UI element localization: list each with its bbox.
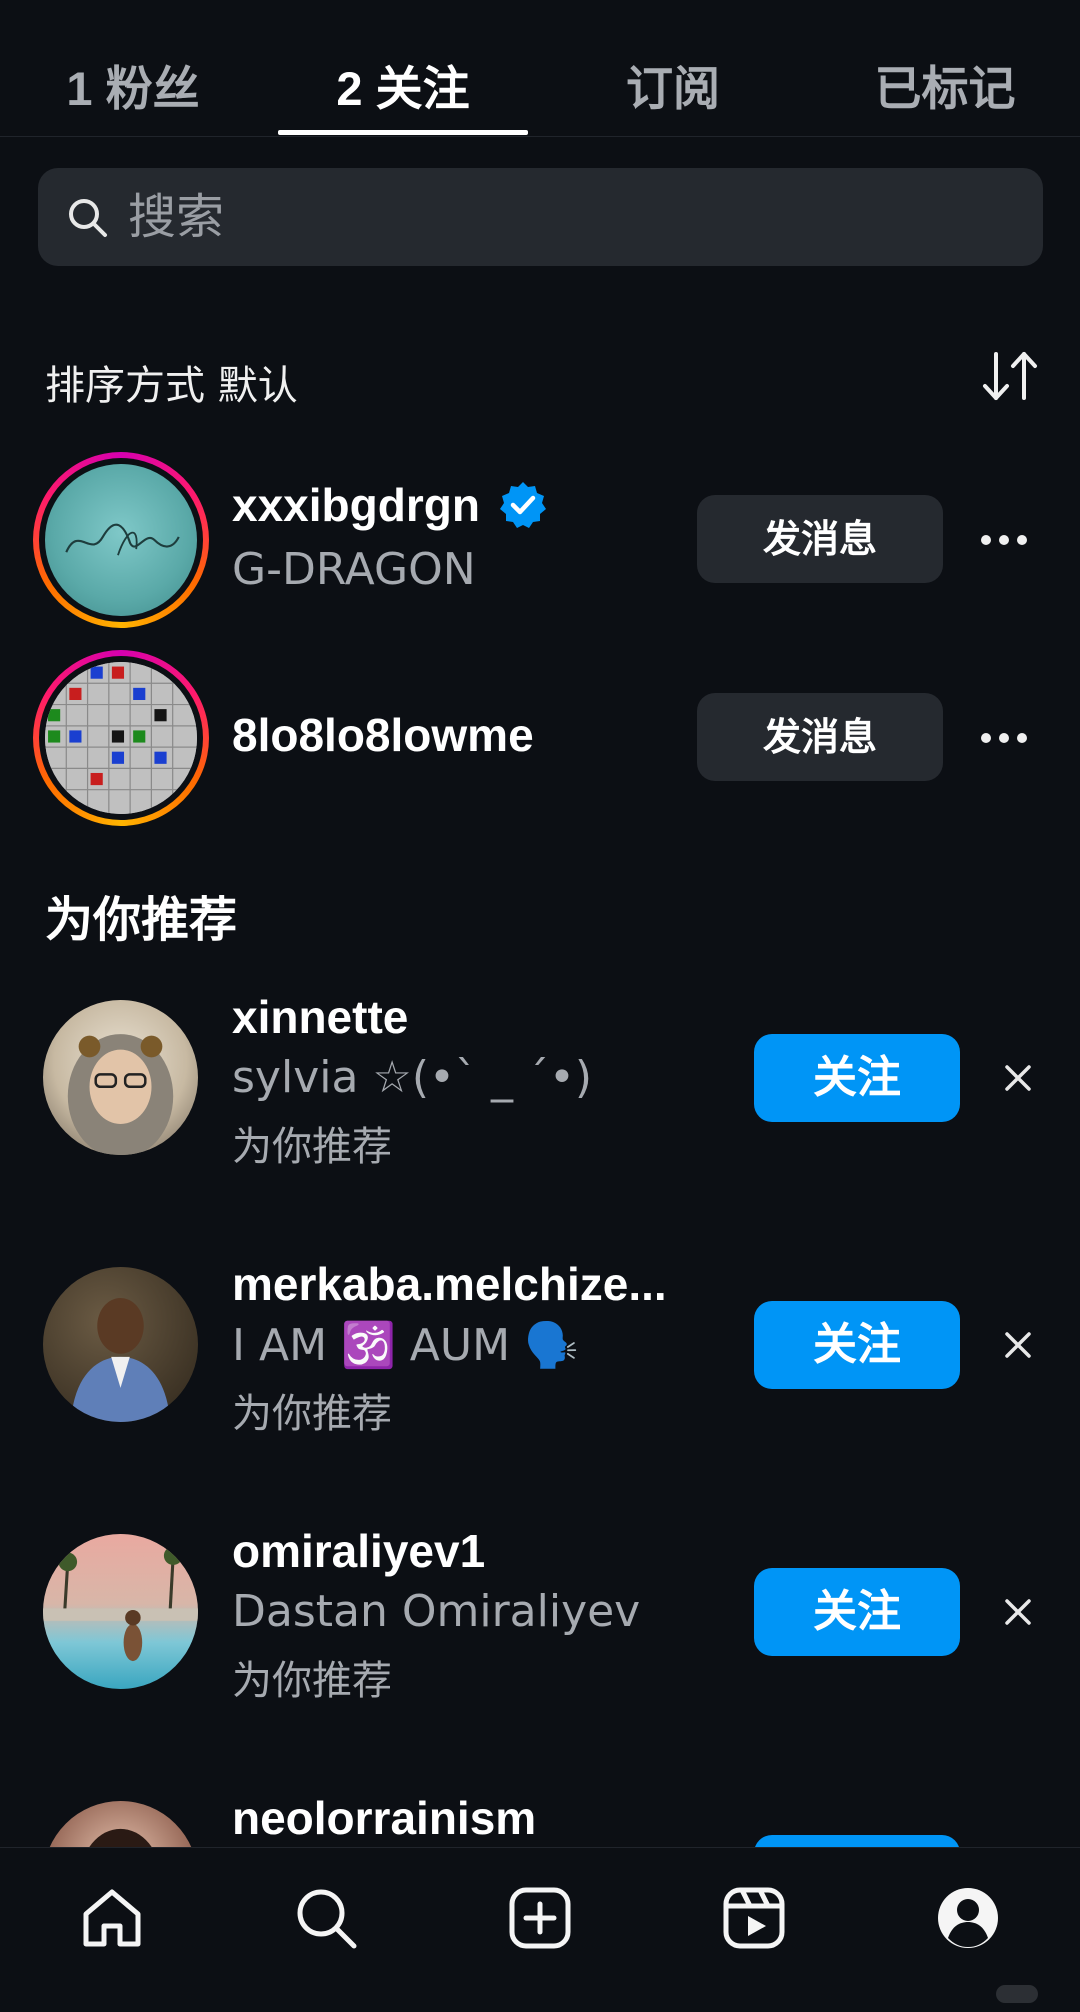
profile-photo-image [70,1298,171,1422]
more-options-icon[interactable] [980,534,1028,546]
message-button[interactable]: 发消息 [697,495,943,583]
signature-logo-image [65,523,180,556]
full-name: I AM 🕉️ AUM 🗣️ [232,1320,579,1371]
avatar[interactable] [33,452,209,628]
bottom-navigation [0,1847,1080,2012]
avatar[interactable] [43,1534,198,1689]
username[interactable]: xxxibgdrgn [232,478,480,532]
tab-tagged[interactable]: 已标记 [850,50,1040,115]
suggestion-reason: 为你推荐 [232,1658,392,1704]
tab-followers[interactable]: 1 粉丝 [58,50,208,115]
username[interactable]: neolorrainism [232,1791,536,1845]
search-input[interactable] [128,168,1008,266]
full-name: G-DRAGON [232,544,476,595]
watermark-badge [996,1985,1038,2003]
more-options-icon[interactable] [980,732,1028,744]
sort-order-icon[interactable] [980,348,1040,404]
suggestion-reason: 为你推荐 [232,1124,392,1170]
home-icon[interactable] [78,1884,146,1952]
following-row[interactable]: xxxibgdrgn G-DRAGON 发消息 [0,450,1080,630]
dismiss-icon[interactable] [1003,1063,1033,1093]
active-tab-indicator [278,130,528,135]
follow-button[interactable]: 关注 [754,1568,960,1656]
sort-label[interactable]: 排序方式 默认 [45,353,298,411]
suggestion-row[interactable]: xinnette sylvia ☆(•` _ ´•) 为你推荐 关注 [0,990,1080,1170]
message-button[interactable]: 发消息 [697,693,943,781]
full-name: sylvia ☆(•` _ ´•) [232,1052,593,1103]
username[interactable]: 8lo8lo8lowme [232,708,534,762]
following-row[interactable]: 8lo8lo8lowme 发消息 [0,648,1080,828]
suggestion-row[interactable]: merkaba.melchize... I AM 🕉️ AUM 🗣️ 为你推荐 … [0,1257,1080,1437]
search-icon [69,199,107,237]
suggestion-reason: 为你推荐 [232,1391,392,1437]
follow-button[interactable]: 关注 [754,1034,960,1122]
suggestions-title: 为你推荐 [45,892,238,948]
tab-following[interactable]: 2 关注 [278,50,528,115]
profile-icon[interactable] [934,1884,1002,1952]
create-icon[interactable] [506,1884,574,1952]
tab-bar: 1 粉丝 2 关注 订阅 已标记 [0,0,1080,137]
search-icon[interactable] [292,1884,360,1952]
search-bar[interactable] [38,168,1043,266]
profile-photo-image [43,1546,198,1662]
username[interactable]: omiraliyev1 [232,1524,485,1578]
minesweeper-grid-image [45,662,197,814]
username[interactable]: xinnette [232,990,408,1044]
suggestion-row[interactable]: omiraliyev1 Dastan Omiraliyev 为你推荐 关注 [0,1524,1080,1704]
dismiss-icon[interactable] [1003,1597,1033,1627]
tab-subscriptions[interactable]: 订阅 [598,50,748,115]
follow-button[interactable]: 关注 [754,1301,960,1389]
username[interactable]: merkaba.melchize... [232,1257,667,1311]
dismiss-icon[interactable] [1003,1330,1033,1360]
avatar[interactable] [33,650,209,826]
following-screen: 1 粉丝 2 关注 订阅 已标记 排序方式 默认 xxxibgdrg [0,0,1080,2012]
full-name: Dastan Omiraliyev [232,1586,641,1637]
avatar[interactable] [43,1000,198,1155]
reels-icon[interactable] [720,1884,788,1952]
profile-photo-image [67,1034,174,1155]
avatar[interactable] [43,1267,198,1422]
verified-badge-icon [500,482,546,528]
